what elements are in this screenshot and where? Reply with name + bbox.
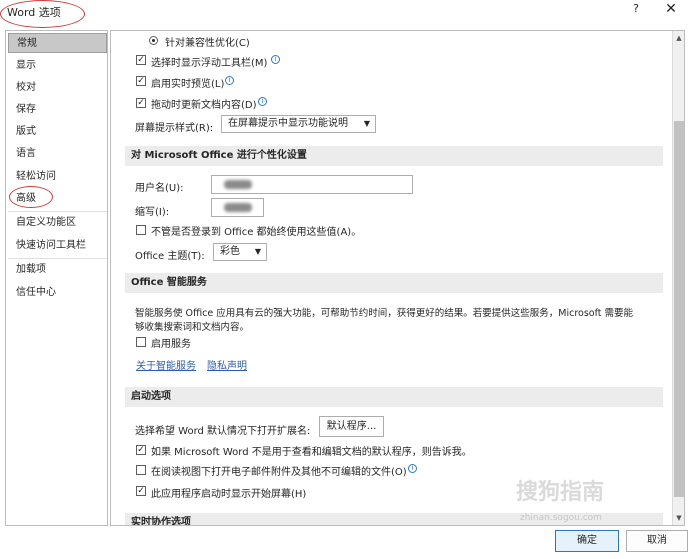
redacted-blur [224,180,252,189]
enable-services-checkbox[interactable] [136,337,146,347]
section-header-startup: 启动选项 [125,387,663,407]
chevron-down-icon: ▼ [254,247,261,256]
compat-radio-label: 针对兼容性优化(C) [165,38,250,49]
info-icon[interactable]: i [408,464,417,473]
info-icon[interactable]: i [258,97,267,106]
always-use-checkbox[interactable] [136,225,146,235]
about-intelligent-services-link[interactable]: 关于智能服务 [136,357,196,372]
mini-toolbar-checkbox[interactable]: ✓ [136,55,146,65]
start-screen-checkbox[interactable]: ✓ [136,486,146,496]
close-button[interactable]: ✕ [662,1,680,21]
privacy-statement-link[interactable]: 隐私声明 [207,357,247,372]
screentip-select[interactable]: 在屏幕提示中显示功能说明 ▼ [221,115,376,133]
screentip-value: 在屏幕提示中显示功能说明 [228,118,348,129]
default-programs-button[interactable]: 默认程序... [319,416,384,437]
update-drag-checkbox[interactable]: ✓ [136,98,146,108]
theme-select[interactable]: 彩色 ▼ [213,243,267,261]
nav-item-trust-center[interactable]: 信任中心 [8,283,107,303]
ok-button[interactable]: 确定 [555,530,619,552]
scroll-thumb[interactable] [674,121,684,497]
username-label: 用户名(U): [135,183,184,194]
nav-divider [8,258,107,259]
nav-item-general[interactable]: 常规 [8,33,107,53]
live-preview-label: 启用实时预览(L) [151,79,225,90]
nav-item-proofing[interactable]: 校对 [8,78,107,98]
watermark: 搜狗指南 [516,480,605,505]
tell-me-checkbox[interactable]: ✓ [136,445,146,455]
nav-item-customize-ribbon[interactable]: 自定义功能区 [8,213,107,233]
redacted-blur [224,203,252,212]
enable-services-label: 启用服务 [151,339,191,350]
reading-view-checkbox[interactable] [136,465,146,475]
update-drag-label: 拖动时更新文档内容(D) [151,100,257,111]
live-preview-checkbox[interactable]: ✓ [136,76,146,86]
options-nav: 常规 显示 校对 保存 版式 语言 轻松访问 高级 自定义功能区 快速访问工具栏… [5,30,108,526]
chevron-down-icon: ▼ [363,119,370,128]
theme-value: 彩色 [220,246,240,257]
nav-item-save[interactable]: 保存 [8,100,107,120]
tell-me-label: 如果 Microsoft Word 不是用于查看和编辑文档的默认程序，则告诉我。 [151,447,472,458]
nav-item-add-ins[interactable]: 加载项 [8,260,107,280]
intelligent-description-line1: 智能服务使 Office 应用具有云的强大功能，可帮助节约时间，获得更好的结果。… [135,308,634,319]
initials-input[interactable] [211,198,264,217]
info-icon[interactable]: i [271,55,280,64]
cancel-button[interactable]: 取消 [626,530,688,552]
content-scrollbar[interactable]: ▲ ▼ [672,31,684,525]
compat-radio[interactable] [149,36,158,45]
section-header-intelligent-services: Office 智能服务 [125,273,663,293]
always-use-label: 不管是否登录到 Office 都始终使用这些值(A)。 [151,227,362,238]
nav-item-accessibility[interactable]: 轻松访问 [8,167,107,187]
initials-label: 缩写(I): [135,207,170,218]
reading-view-label: 在阅读视图下打开电子邮件附件及其他不可编辑的文件(O) [151,467,407,478]
mini-toolbar-label: 选择时显示浮动工具栏(M) [151,58,268,69]
info-icon[interactable]: i [225,76,234,85]
scroll-up-icon[interactable]: ▲ [673,31,685,45]
nav-item-display[interactable]: 显示 [8,56,107,76]
screentip-label: 屏幕提示样式(R): [135,123,214,134]
watermark-url: zhinan.sogou.com [520,513,602,523]
theme-label: Office 主题(T): [135,251,205,262]
advanced-annotation-circle [9,186,53,208]
title-annotation-circle [0,0,85,28]
nav-item-quick-access-toolbar[interactable]: 快速访问工具栏 [8,236,107,256]
help-button[interactable]: ? [628,2,644,20]
username-input[interactable] [211,175,413,194]
intelligent-description-line2: 够收集搜索词和文档内容。 [135,322,250,333]
nav-item-language[interactable]: 语言 [8,144,107,164]
nav-divider [8,211,107,212]
options-content: 针对兼容性优化(C) ✓ 选择时显示浮动工具栏(M) i ✓ 启用实时预览(L)… [110,30,685,526]
nav-item-layout[interactable]: 版式 [8,122,107,142]
start-screen-label: 此应用程序启动时显示开始屏幕(H) [151,489,307,500]
default-extensions-label: 选择希望 Word 默认情况下打开扩展名: [135,426,311,437]
scroll-down-icon[interactable]: ▼ [673,511,685,525]
section-header-personalize: 对 Microsoft Office 进行个性化设置 [125,146,663,166]
